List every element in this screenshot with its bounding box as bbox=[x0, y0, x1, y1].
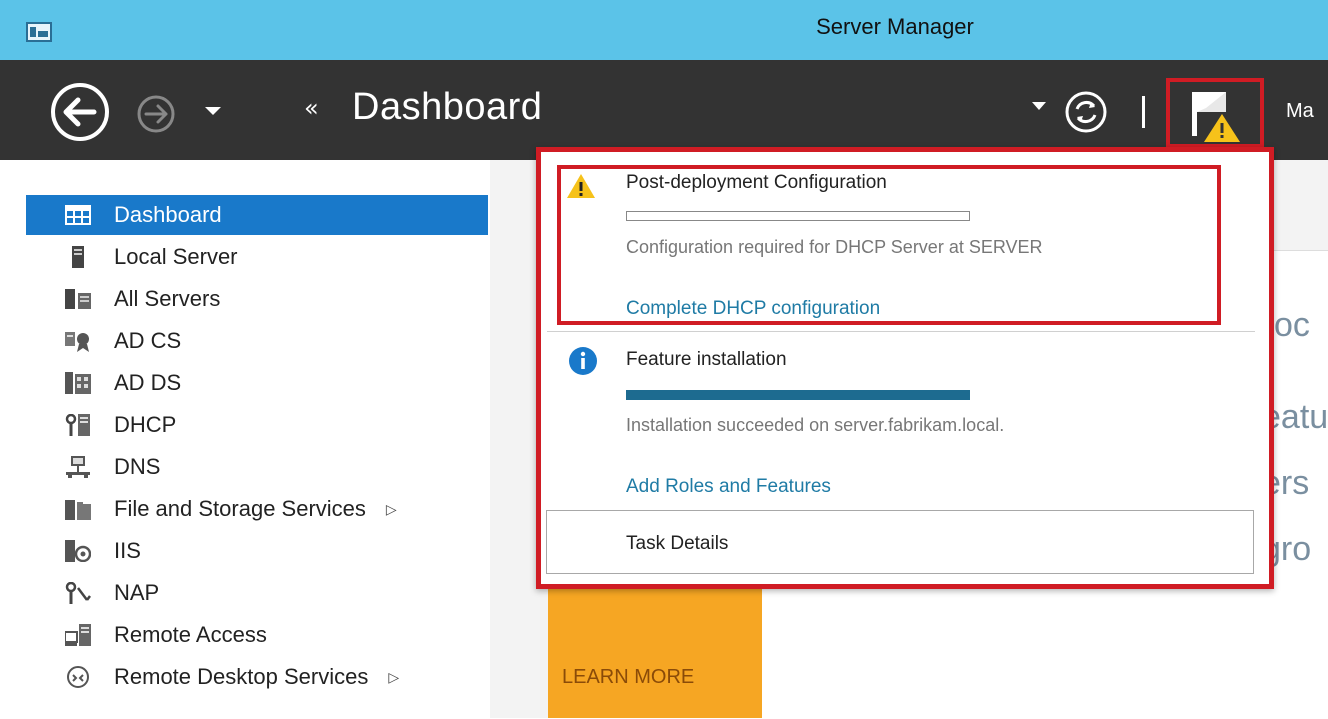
dhcp-icon bbox=[64, 413, 92, 437]
sidebar-item-label: All Servers bbox=[114, 286, 221, 311]
sidebar-item-label: Remote Access bbox=[114, 622, 267, 647]
notification-title: Feature installation bbox=[626, 349, 787, 370]
manage-menu[interactable]: Ma bbox=[1286, 100, 1314, 123]
file-storage-icon bbox=[64, 497, 92, 521]
notification-message: Installation succeeded on server.fabrika… bbox=[626, 415, 1005, 435]
learn-more-label[interactable]: LEARN MORE bbox=[562, 666, 694, 689]
sidebar-item-dhcp[interactable]: DHCP bbox=[26, 405, 488, 445]
header-separator bbox=[1142, 96, 1145, 128]
warning-icon bbox=[567, 174, 595, 198]
sidebar-item-ad-cs[interactable]: AD CS bbox=[26, 321, 488, 361]
sidebar-item-label: DHCP bbox=[114, 412, 177, 437]
sidebar-item-file-storage[interactable]: File and Storage Services ▷ bbox=[26, 489, 488, 529]
notification-progress-bar bbox=[626, 211, 970, 221]
sidebar-item-label: IIS bbox=[114, 538, 141, 563]
sidebar-item-label: DNS bbox=[114, 454, 161, 479]
ad-cs-icon bbox=[64, 329, 92, 353]
iis-icon bbox=[64, 539, 92, 563]
refresh-icon[interactable] bbox=[1064, 90, 1108, 134]
all-servers-icon bbox=[64, 287, 92, 311]
page-title: Dashboard bbox=[352, 86, 543, 128]
back-arrow-icon[interactable] bbox=[50, 82, 110, 142]
complete-dhcp-config-link[interactable]: Complete DHCP configuration bbox=[626, 298, 880, 320]
sidebar-item-label: Remote Desktop Services bbox=[114, 664, 369, 689]
sidebar-item-dns[interactable]: DNS bbox=[26, 447, 488, 487]
dashboard-icon bbox=[64, 203, 92, 227]
expand-arrow-icon[interactable]: ▷ bbox=[388, 669, 399, 686]
sidebar-item-all-servers[interactable]: All Servers bbox=[26, 279, 488, 319]
learn-more-tile[interactable] bbox=[548, 578, 762, 718]
sidebar-item-ad-ds[interactable]: AD DS bbox=[26, 363, 488, 403]
header-bar bbox=[0, 60, 1328, 160]
notification-message: Configuration required for DHCP Server a… bbox=[626, 237, 1043, 257]
forward-arrow-icon[interactable] bbox=[136, 94, 176, 134]
sidebar-item-remote-desktop[interactable]: Remote Desktop Services ▷ bbox=[26, 657, 488, 697]
sidebar-item-label: Dashboard bbox=[114, 202, 222, 227]
task-details-label[interactable]: Task Details bbox=[626, 533, 728, 555]
expand-arrow-icon[interactable]: ▷ bbox=[386, 501, 397, 518]
add-roles-features-link[interactable]: Add Roles and Features bbox=[626, 476, 831, 498]
sidebar-item-local-server[interactable]: Local Server bbox=[26, 237, 488, 277]
notification-progress-fill bbox=[626, 390, 970, 400]
breadcrumb-dropdown-icon[interactable] bbox=[1030, 100, 1048, 112]
notifications-flag-icon[interactable] bbox=[1186, 86, 1246, 146]
ad-ds-icon bbox=[64, 371, 92, 395]
sidebar-item-remote-access[interactable]: Remote Access bbox=[26, 615, 488, 655]
welcome-text-fragment: oc bbox=[1274, 306, 1310, 344]
sidebar-item-iis[interactable]: IIS bbox=[26, 531, 488, 571]
notification-title: Post-deployment Configuration bbox=[626, 172, 887, 193]
remote-desktop-icon bbox=[64, 665, 92, 689]
dns-icon bbox=[64, 455, 92, 479]
history-dropdown-icon[interactable] bbox=[202, 104, 224, 118]
sidebar-item-dashboard[interactable]: Dashboard bbox=[26, 195, 488, 235]
info-icon bbox=[569, 347, 597, 375]
window-title: Server Manager bbox=[816, 14, 974, 39]
remote-access-icon bbox=[64, 623, 92, 647]
sidebar-item-label: NAP bbox=[114, 580, 160, 605]
local-server-icon bbox=[64, 245, 92, 269]
sidebar-item-label: AD DS bbox=[114, 370, 182, 395]
sidebar-item-nap[interactable]: NAP bbox=[26, 573, 488, 613]
sidebar-item-label: File and Storage Services bbox=[114, 496, 366, 521]
sidebar-item-label: AD CS bbox=[114, 328, 182, 353]
nap-icon bbox=[64, 581, 92, 605]
breadcrumb-arrows[interactable]: « bbox=[304, 94, 319, 122]
sidebar-item-label: Local Server bbox=[114, 244, 238, 269]
notification-divider bbox=[547, 331, 1255, 332]
